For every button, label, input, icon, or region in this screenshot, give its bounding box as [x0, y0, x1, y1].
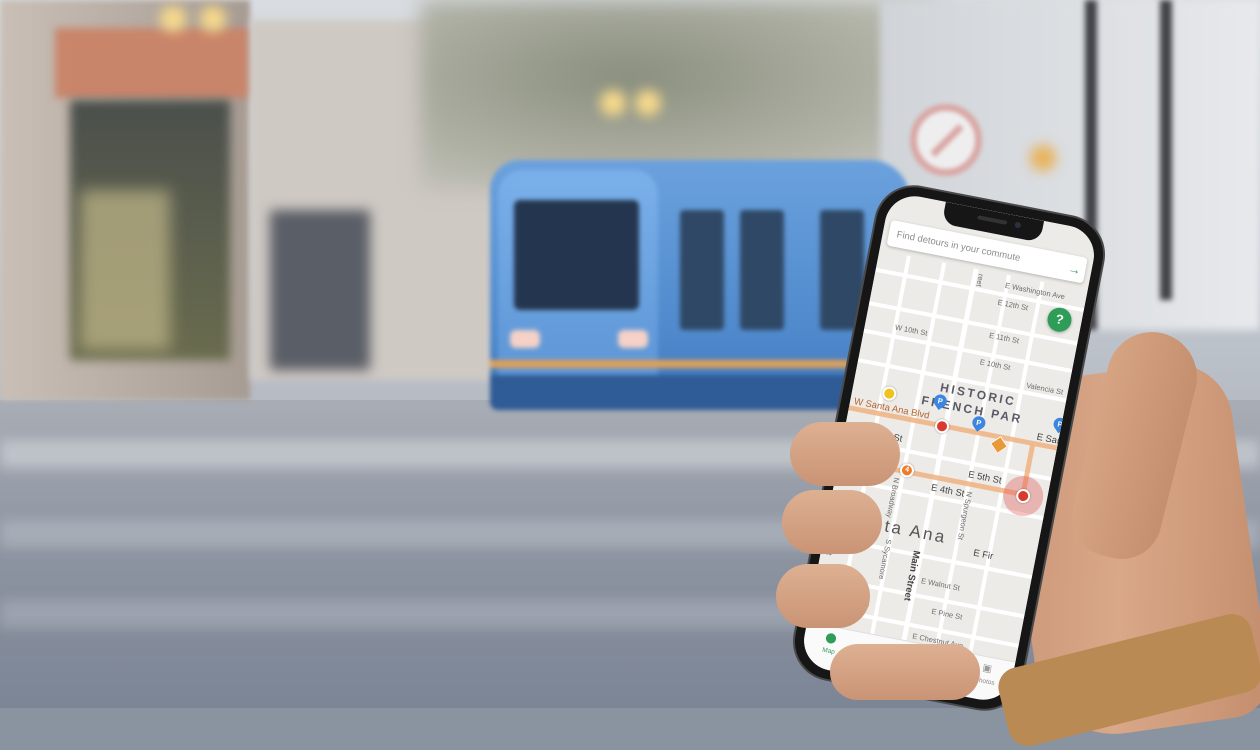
no-parking-sign: [910, 104, 982, 176]
tab-news[interactable]: ▦ News: [858, 639, 905, 669]
tab-label: About: [923, 666, 942, 677]
map-pin-icon: ⬤: [824, 632, 838, 645]
street-lamp: [200, 6, 226, 32]
tab-label: Photos: [973, 676, 996, 687]
street-label: reet: [974, 273, 986, 288]
street-lamp: [160, 6, 186, 32]
storefront-display: [80, 190, 170, 350]
store-awning: [55, 28, 250, 98]
photos-icon: ▣: [981, 662, 993, 676]
street-label: E Pine St: [930, 606, 964, 622]
street-label: E Walnut St: [920, 576, 961, 593]
construction-marker[interactable]: [881, 385, 898, 402]
building-doorway: [270, 210, 370, 370]
street-lamp: [600, 90, 626, 116]
news-icon: ▦: [877, 642, 889, 655]
street-lamp: [635, 90, 661, 116]
tab-label: Map: [821, 646, 836, 656]
street-lamp: [1030, 145, 1056, 171]
tab-about[interactable]: ⓘ About: [910, 649, 957, 679]
info-icon: ⓘ: [928, 656, 941, 669]
tab-map[interactable]: ⬤ Map: [806, 629, 853, 659]
street-pole: [1160, 0, 1172, 300]
arrow-right-icon[interactable]: →: [1062, 259, 1086, 278]
tab-label: News: [871, 656, 890, 667]
